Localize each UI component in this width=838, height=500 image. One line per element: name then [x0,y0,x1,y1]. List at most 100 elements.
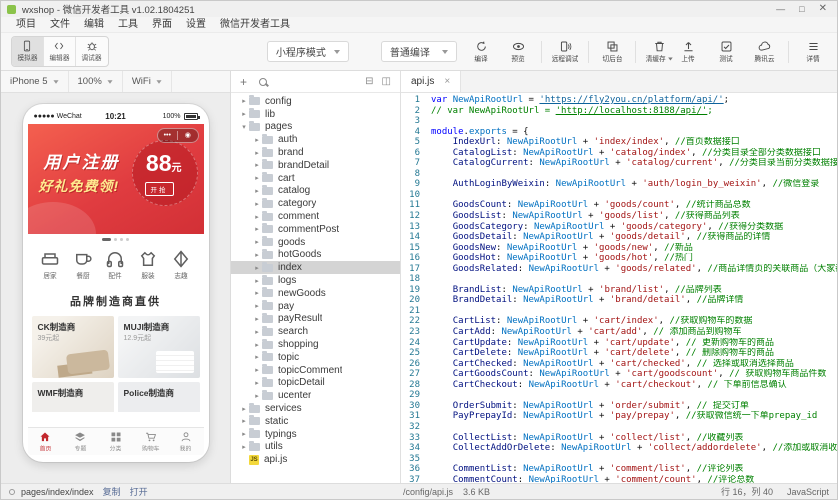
tab-topic[interactable]: 专题 [63,428,98,455]
menu-item[interactable]: 微信开发者工具 [213,17,297,33]
tree-item-catalog[interactable]: ▸catalog [231,185,400,198]
tree-item-goods[interactable]: ▸goods [231,236,400,249]
category-home[interactable]: 居家 [35,249,65,281]
category-kitchen[interactable]: 餐厨 [68,249,98,281]
tree-item-logs[interactable]: ▸logs [231,274,400,287]
phone-screen[interactable]: ●●●●● WeChat 10:21 100% ••• ◉ [28,109,204,455]
category-apparel[interactable]: 服装 [133,249,163,281]
tree-item-payResult[interactable]: ▸payResult [231,313,400,326]
tree-item-lib[interactable]: ▸lib [231,108,400,121]
open-page-button[interactable]: 打开 [130,485,148,498]
tree-item-search[interactable]: ▸search [231,325,400,338]
panel-toggle-simulator[interactable]: 模拟器 [12,37,44,66]
miniprogram-capsule[interactable]: ••• ◉ [157,128,199,143]
more-icon[interactable]: ••• [158,129,178,142]
test-button[interactable]: 测试 [712,40,740,64]
section-title: 品牌制造商直供 [28,283,204,316]
tree-item-api.js[interactable]: JSapi.js [231,453,400,466]
maximize-button[interactable]: □ [799,2,804,16]
brand-card[interactable]: MUJI制造商12.9元起 [118,316,200,378]
folder-icon [262,213,273,221]
mode-select[interactable]: 小程序模式 [267,41,349,62]
preview-button[interactable]: 预览 [504,40,532,64]
cloud-button[interactable]: 腾讯云 [750,40,778,64]
code-line: 33 CollectList: NewApiRootUrl + 'collect… [401,433,837,444]
brand-card[interactable]: CK制造商39元起 [32,316,114,378]
tree-item-newGoods[interactable]: ▸newGoods [231,287,400,300]
upload-button[interactable]: 上传 [674,40,702,64]
tree-item-comment[interactable]: ▸comment [231,210,400,223]
tree-item-typings[interactable]: ▸typings [231,428,400,441]
code-editor[interactable]: 1var NewApiRootUrl = 'https://fly2you.cn… [401,93,837,483]
tab-cart[interactable]: 购物车 [133,428,168,455]
tree-item-auth[interactable]: ▸auth [231,133,400,146]
category-hobby[interactable]: 志趣 [166,249,196,281]
tab-api-js[interactable]: api.js × [401,71,461,92]
tree-item-pay[interactable]: ▸pay [231,300,400,313]
background-button[interactable]: 切后台 [598,40,626,64]
tree-item-ucenter[interactable]: ▸ucenter [231,389,400,402]
menu-item[interactable]: 工具 [111,17,145,33]
collapse-all-icon[interactable]: ⊟ [365,77,373,87]
tree-item-hotGoods[interactable]: ▸hotGoods [231,249,400,262]
tree-item-topicDetail[interactable]: ▸topicDetail [231,377,400,390]
tree-item-services[interactable]: ▸services [231,402,400,415]
dock-panel-icon[interactable]: ◫ [382,77,391,87]
detail-button[interactable]: 详情 [799,40,827,64]
tree-item-topicComment[interactable]: ▸topicComment [231,364,400,377]
tab-me[interactable]: 我的 [168,428,203,455]
tree-item-config[interactable]: ▸config [231,95,400,108]
tree-item-shopping[interactable]: ▸shopping [231,338,400,351]
category-accessory[interactable]: 配件 [100,249,130,281]
menu-item[interactable]: 编辑 [77,17,111,33]
zoom-select-value: 100% [78,76,102,87]
line-number: 22 [401,316,431,327]
menu-item[interactable]: 设置 [179,17,213,33]
compile-select-value: 普通编译 [390,44,430,59]
tree-item-label: category [278,198,316,209]
code-line: 25 CartDelete: NewApiRootUrl + 'cart/del… [401,348,837,359]
add-file-icon[interactable]: + [240,76,247,88]
exit-icon[interactable]: ◉ [178,129,198,142]
tree-item-topic[interactable]: ▸topic [231,351,400,364]
tree-item-static[interactable]: ▸static [231,415,400,428]
panel-toggle-debugger[interactable]: 调试器 [76,37,108,66]
menu-item[interactable]: 文件 [43,17,77,33]
minimize-button[interactable]: — [776,2,785,16]
device-select[interactable]: iPhone 5 [1,71,69,92]
network-select[interactable]: WiFi [123,71,172,92]
brand-card[interactable]: Police制造商 [118,382,200,412]
menu-item[interactable]: 项目 [9,17,43,33]
remote-button[interactable]: 远程调试 [551,40,579,64]
tree-item-brandDetail[interactable]: ▸brandDetail [231,159,400,172]
tree-item-commentPost[interactable]: ▸commentPost [231,223,400,236]
tree-item-utils[interactable]: ▸utils [231,441,400,454]
brand-card[interactable]: WMF制造商 [32,382,114,412]
tab-home[interactable]: 首页 [28,428,63,455]
panel-toggle-editor[interactable]: 编辑器 [44,37,76,66]
compile-select[interactable]: 普通编译 [381,41,457,62]
tree-item-label: goods [278,237,305,248]
tree-item-category[interactable]: ▸category [231,197,400,210]
language-mode[interactable]: JavaScript [787,487,829,497]
battery-percent: 100% [163,113,181,120]
tree-item-brand[interactable]: ▸brand [231,146,400,159]
close-tab-icon[interactable]: × [444,76,450,87]
code-line: 3 [401,116,837,127]
compile-button[interactable]: 编译 [467,40,495,64]
menu-item[interactable]: 界面 [145,17,179,33]
tree-item-pages[interactable]: ▾pages [231,121,400,134]
copy-path-button[interactable]: 复制 [103,485,121,498]
remote-icon [559,40,572,53]
toolbar-divider [635,41,636,63]
brand-price: 39元起 [38,333,60,343]
tree-item-label: static [265,416,288,427]
line-number: 11 [401,200,431,211]
clear-button[interactable]: 清缓存 [645,40,674,64]
tab-category[interactable]: 分类 [98,428,133,455]
zoom-select[interactable]: 100% [69,71,123,92]
search-icon[interactable] [259,78,267,86]
tree-item-cart[interactable]: ▸cart [231,172,400,185]
close-button[interactable]: ✕ [819,2,827,16]
tree-item-index[interactable]: ▸index [231,261,400,274]
